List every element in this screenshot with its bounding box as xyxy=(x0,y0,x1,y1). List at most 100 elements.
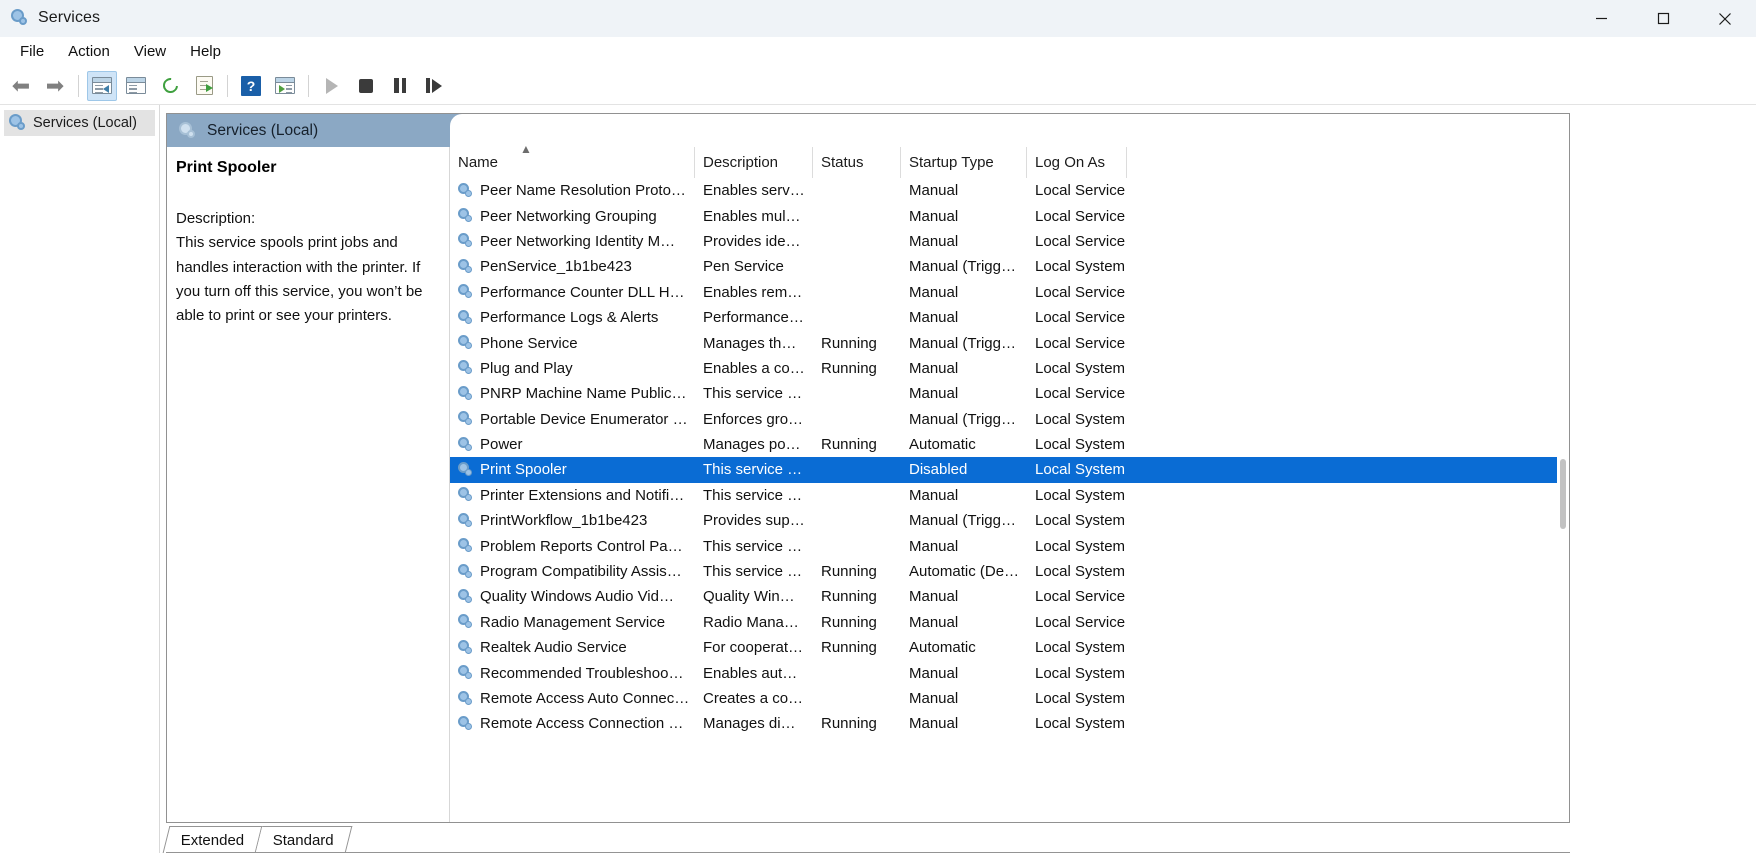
table-row[interactable]: Performance Counter DLL H…Enables rem…Ma… xyxy=(450,280,1569,305)
cell-description: This service … xyxy=(695,385,813,402)
column-header-name[interactable]: ▲ Name xyxy=(450,147,695,178)
content-area: Services (Local) Print Spooler Descripti… xyxy=(160,105,1756,853)
properties-button[interactable] xyxy=(121,71,151,101)
cell-name: Portable Device Enumerator … xyxy=(450,411,695,428)
cell-status: Running xyxy=(813,360,901,377)
column-header-status[interactable]: Status xyxy=(813,147,901,178)
cell-name-label: Peer Networking Identity M… xyxy=(480,233,675,250)
cell-name: Printer Extensions and Notifi… xyxy=(450,487,695,504)
table-row[interactable]: Portable Device Enumerator …Enforces gro… xyxy=(450,407,1569,432)
cell-name: PenService_1b1be423 xyxy=(450,258,695,275)
services-gear-icon xyxy=(458,259,474,275)
column-header-description[interactable]: Description xyxy=(695,147,813,178)
cell-startup-type: Automatic xyxy=(901,436,1027,453)
sidebar-item-services-local[interactable]: Services (Local) xyxy=(4,110,155,136)
cell-startup-type: Manual (Trigg… xyxy=(901,258,1027,275)
services-gear-icon xyxy=(458,665,474,681)
cell-startup-type: Manual xyxy=(901,385,1027,402)
table-row[interactable]: Remote Access Auto Connec…Creates a co…M… xyxy=(450,686,1569,711)
column-header-log-on-as[interactable]: Log On As xyxy=(1027,147,1127,178)
table-row[interactable]: PrintWorkflow_1b1be423Provides sup…Manua… xyxy=(450,508,1569,533)
cell-log-on-as: Local System xyxy=(1027,487,1127,504)
menu-action[interactable]: Action xyxy=(56,41,122,62)
table-row[interactable]: Realtek Audio ServiceFor cooperat…Runnin… xyxy=(450,635,1569,660)
cell-name-label: Portable Device Enumerator … xyxy=(480,411,688,428)
cell-name: Print Spooler xyxy=(450,461,695,478)
title-bar: Services xyxy=(0,0,1756,37)
cell-startup-type: Manual xyxy=(901,182,1027,199)
pause-service-button[interactable] xyxy=(385,71,415,101)
table-row[interactable]: PNRP Machine Name Public…This service …M… xyxy=(450,381,1569,406)
table-row[interactable]: Radio Management ServiceRadio Mana…Runni… xyxy=(450,610,1569,635)
table-row[interactable]: Remote Access Connection …Manages di…Run… xyxy=(450,711,1569,736)
cell-status: Running xyxy=(813,639,901,656)
table-row[interactable]: Problem Reports Control Pa…This service … xyxy=(450,533,1569,558)
cell-log-on-as: Local Service xyxy=(1027,284,1127,301)
restart-icon xyxy=(426,78,442,93)
tab-standard[interactable]: Standard xyxy=(256,826,353,853)
table-row[interactable]: Plug and PlayEnables a co…RunningManualL… xyxy=(450,356,1569,381)
start-service-button[interactable] xyxy=(317,71,347,101)
vertical-scrollbar[interactable] xyxy=(1557,114,1569,822)
close-button[interactable] xyxy=(1694,0,1756,37)
cell-name-label: Plug and Play xyxy=(480,360,573,377)
stop-service-button[interactable] xyxy=(351,71,381,101)
toolbar-separator xyxy=(308,75,309,97)
cell-description: This service … xyxy=(695,487,813,504)
table-row[interactable]: Print SpoolerThis service …DisabledLocal… xyxy=(450,457,1569,482)
cell-name-label: Phone Service xyxy=(480,335,578,352)
table-row[interactable]: PowerManages po…RunningAutomaticLocal Sy… xyxy=(450,432,1569,457)
table-row[interactable]: Quality Windows Audio Vid…Quality Win…Ru… xyxy=(450,584,1569,609)
cell-name-label: Program Compatibility Assis… xyxy=(480,563,682,580)
cell-startup-type: Manual xyxy=(901,614,1027,631)
pause-icon xyxy=(394,78,406,93)
cell-description: Enables aut… xyxy=(695,665,813,682)
refresh-button[interactable] xyxy=(155,71,185,101)
cell-name-label: Recommended Troubleshoo… xyxy=(480,665,683,682)
services-gear-icon xyxy=(458,335,474,351)
cell-name: Peer Networking Identity M… xyxy=(450,233,695,250)
menu-view[interactable]: View xyxy=(122,41,178,62)
cell-startup-type: Disabled xyxy=(901,461,1027,478)
table-row[interactable]: Phone ServiceManages th…RunningManual (T… xyxy=(450,330,1569,355)
forward-button[interactable]: ➡ xyxy=(40,71,70,101)
cell-name-label: Quality Windows Audio Vid… xyxy=(480,588,674,605)
menu-file[interactable]: File xyxy=(8,41,56,62)
table-row[interactable]: PenService_1b1be423Pen ServiceManual (Tr… xyxy=(450,254,1569,279)
cell-description: Enables a co… xyxy=(695,360,813,377)
table-row[interactable]: Program Compatibility Assis…This service… xyxy=(450,559,1569,584)
cell-name: Peer Networking Grouping xyxy=(450,208,695,225)
cell-name-label: Radio Management Service xyxy=(480,614,665,631)
export-list-button[interactable] xyxy=(189,71,219,101)
minimize-button[interactable] xyxy=(1570,0,1632,37)
services-gear-icon xyxy=(458,411,474,427)
help-button[interactable]: ? xyxy=(236,71,266,101)
table-row[interactable]: Recommended Troubleshoo…Enables aut…Manu… xyxy=(450,660,1569,685)
cell-name: Power xyxy=(450,436,695,453)
cell-startup-type: Manual xyxy=(901,208,1027,225)
services-gear-icon xyxy=(458,284,474,300)
cell-name-label: Realtek Audio Service xyxy=(480,639,627,656)
menu-bar: File Action View Help xyxy=(0,37,1756,67)
services-gear-icon xyxy=(458,614,474,630)
cell-startup-type: Manual xyxy=(901,690,1027,707)
show-hide-console-tree-button[interactable] xyxy=(87,71,117,101)
tab-extended[interactable]: Extended xyxy=(163,826,263,853)
show-action-pane-button[interactable] xyxy=(270,71,300,101)
column-header-startup-type[interactable]: Startup Type xyxy=(901,147,1027,178)
services-list-pane: ▲ Name Description Status Startup Type L… xyxy=(450,147,1569,822)
sort-ascending-icon: ▲ xyxy=(520,142,532,156)
table-row[interactable]: Printer Extensions and Notifi…This servi… xyxy=(450,483,1569,508)
cell-name-label: Remote Access Connection … xyxy=(480,715,683,732)
menu-help[interactable]: Help xyxy=(178,41,233,62)
scrollbar-thumb[interactable] xyxy=(1560,459,1566,529)
table-row[interactable]: Peer Networking GroupingEnables mul…Manu… xyxy=(450,203,1569,228)
restart-service-button[interactable] xyxy=(419,71,449,101)
table-row[interactable]: Performance Logs & AlertsPerformance…Man… xyxy=(450,305,1569,330)
cell-description: Enables serv… xyxy=(695,182,813,199)
back-button[interactable]: ⬅ xyxy=(6,71,36,101)
console-tree-icon xyxy=(92,77,112,94)
maximize-button[interactable] xyxy=(1632,0,1694,37)
table-row[interactable]: Peer Networking Identity M…Provides ide…… xyxy=(450,229,1569,254)
table-row[interactable]: Peer Name Resolution Proto…Enables serv…… xyxy=(450,178,1569,203)
